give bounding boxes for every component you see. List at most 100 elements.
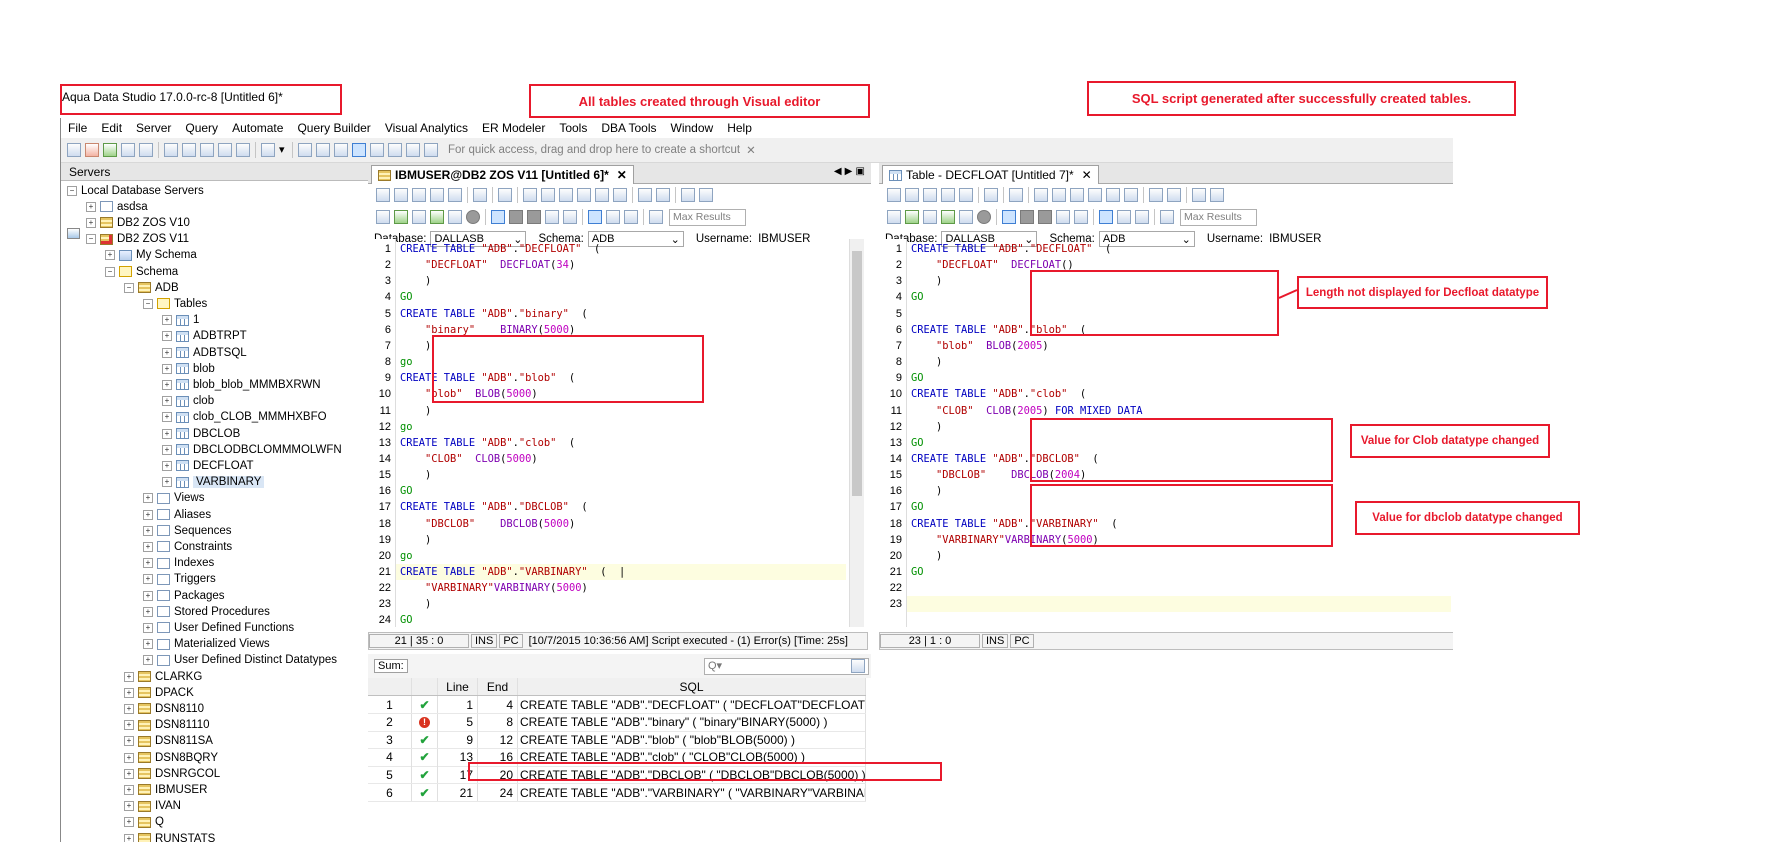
expand-icon[interactable]: +	[143, 525, 153, 536]
left-sql-editor[interactable]: 1 2 3 4 5 6 7 8 9 10 11 12 13 14 15 16 17 18 19 20 21 22 23 24 C…	[368, 239, 848, 627]
tree-item[interactable]: + Constraints	[143, 539, 232, 554]
tree-item[interactable]: + DPACK	[124, 685, 194, 700]
results-grid-icon[interactable]	[1099, 210, 1113, 224]
collapse-icon[interactable]: −	[124, 282, 134, 293]
menu-item-file[interactable]: File	[61, 121, 94, 135]
column-header[interactable]	[412, 678, 438, 695]
tree-item[interactable]: + DSN8110	[124, 701, 204, 716]
tree-item[interactable]: + Sequences	[143, 523, 232, 538]
query-window-icon[interactable]	[164, 143, 178, 157]
transaction-icon[interactable]	[545, 210, 559, 224]
find-replace-icon[interactable]	[1167, 188, 1181, 202]
execute-current-icon[interactable]	[923, 210, 937, 224]
open-folder-icon[interactable]	[905, 188, 919, 202]
tree-item[interactable]: + Stored Procedures	[143, 604, 270, 619]
tree-item[interactable]: + Views	[143, 491, 204, 506]
expand-icon[interactable]: +	[124, 768, 134, 779]
print-icon[interactable]	[473, 188, 487, 202]
expand-icon[interactable]: +	[124, 752, 134, 763]
tree-item[interactable]: + User Defined Functions	[143, 620, 294, 635]
select-icon[interactable]	[523, 188, 537, 202]
results-text-icon[interactable]	[606, 210, 620, 224]
document-icon[interactable]	[261, 143, 275, 157]
tab-nav-icons[interactable]: ◀ ▶ ▣	[834, 166, 865, 177]
tree-item[interactable]: + Packages	[143, 588, 225, 603]
max-results-input[interactable]: Max Results	[1180, 208, 1257, 226]
expand-icon[interactable]: +	[162, 315, 172, 326]
rollback-icon[interactable]	[527, 210, 541, 224]
auto-commit-icon[interactable]	[491, 210, 505, 224]
execute-current-icon[interactable]	[412, 210, 426, 224]
table-layout-icon[interactable]	[370, 143, 384, 157]
expand-icon[interactable]: +	[162, 379, 172, 390]
tree-item[interactable]: + DSN81110	[124, 718, 210, 733]
tree-item[interactable]: + Materialized Views	[143, 637, 270, 652]
expand-icon[interactable]: +	[162, 412, 172, 423]
register-server-icon[interactable]	[103, 143, 117, 157]
redo-icon[interactable]	[1124, 188, 1138, 202]
cut-icon[interactable]	[1052, 188, 1066, 202]
edit-icon[interactable]	[139, 143, 153, 157]
tree-item[interactable]: + DSNRGCOL	[124, 766, 220, 781]
expand-icon[interactable]: +	[162, 444, 172, 455]
history-icon[interactable]	[1160, 210, 1174, 224]
expand-icon[interactable]: +	[143, 606, 153, 617]
expand-icon[interactable]: +	[162, 331, 172, 342]
page-icon[interactable]	[1009, 188, 1023, 202]
column-header[interactable]: SQL	[518, 678, 866, 695]
compare-icon[interactable]	[218, 143, 232, 157]
expand-icon[interactable]: +	[162, 363, 172, 374]
menu-item-tools[interactable]: Tools	[552, 121, 594, 135]
results-text-icon[interactable]	[1117, 210, 1131, 224]
cut-icon[interactable]	[541, 188, 555, 202]
tab-close-icon[interactable]: ✕	[1082, 168, 1092, 182]
tree-item[interactable]: − ADB	[124, 280, 179, 295]
execute-selection-icon[interactable]	[430, 210, 444, 224]
redo-icon[interactable]	[613, 188, 627, 202]
expand-icon[interactable]: +	[124, 687, 134, 698]
expand-icon[interactable]: +	[143, 590, 153, 601]
results-grid-icon[interactable]	[588, 210, 602, 224]
column-header[interactable]: Line	[438, 678, 478, 695]
transaction-icon[interactable]	[1056, 210, 1070, 224]
expand-icon[interactable]: +	[124, 833, 134, 842]
paste-icon[interactable]	[577, 188, 591, 202]
tree-item[interactable]: − Local Database Servers	[67, 183, 204, 239]
layout-icon[interactable]	[298, 143, 312, 157]
expand-icon[interactable]: +	[143, 493, 153, 504]
menu-item-window[interactable]: Window	[664, 121, 721, 135]
results-chart-icon[interactable]	[624, 210, 638, 224]
tree-item[interactable]: + IVAN	[124, 799, 181, 814]
server-properties-icon[interactable]	[121, 143, 135, 157]
rollback-icon[interactable]	[1038, 210, 1052, 224]
expand-icon[interactable]: +	[143, 558, 153, 569]
auto-commit-icon[interactable]	[1002, 210, 1016, 224]
save-icon[interactable]	[923, 188, 937, 202]
column-header[interactable]: End	[478, 678, 518, 695]
expand-icon[interactable]: +	[162, 428, 172, 439]
expand-icon[interactable]: +	[124, 817, 134, 828]
menu-item-query[interactable]: Query	[178, 121, 225, 135]
commit-icon[interactable]	[509, 210, 523, 224]
expand-icon[interactable]: +	[124, 801, 134, 812]
execute-icon[interactable]	[905, 210, 919, 224]
tree-item[interactable]: − DB2 ZOS V11	[86, 232, 189, 247]
column-header[interactable]	[368, 678, 412, 695]
menu-item-server[interactable]: Server	[129, 121, 178, 135]
tree-item[interactable]: + ADBTRPT	[162, 329, 247, 344]
table-row[interactable]: 6 ✔ 21 24 CREATE TABLE "ADB"."VARBINARY" ( "…	[368, 784, 866, 802]
server-icon[interactable]	[85, 143, 99, 157]
explain-icon[interactable]	[959, 210, 973, 224]
tab-close-icon[interactable]: ✕	[617, 168, 627, 182]
menu-item-query-builder[interactable]: Query Builder	[290, 121, 377, 135]
tree-item[interactable]: + DBCLODBCLOMMMOLWFN	[162, 442, 342, 457]
left-editor-scrollbar[interactable]	[849, 239, 864, 627]
tree-item[interactable]: + DBCLOB	[162, 426, 240, 441]
execute-selection-icon[interactable]	[941, 210, 955, 224]
tree-item[interactable]: + blob	[162, 361, 215, 376]
tree-item[interactable]: + asdsa	[86, 199, 148, 214]
tree-item[interactable]: + RUNSTATS	[124, 831, 215, 842]
expand-icon[interactable]: +	[143, 574, 153, 585]
copy-icon[interactable]	[559, 188, 573, 202]
save-all-icon[interactable]	[448, 188, 462, 202]
